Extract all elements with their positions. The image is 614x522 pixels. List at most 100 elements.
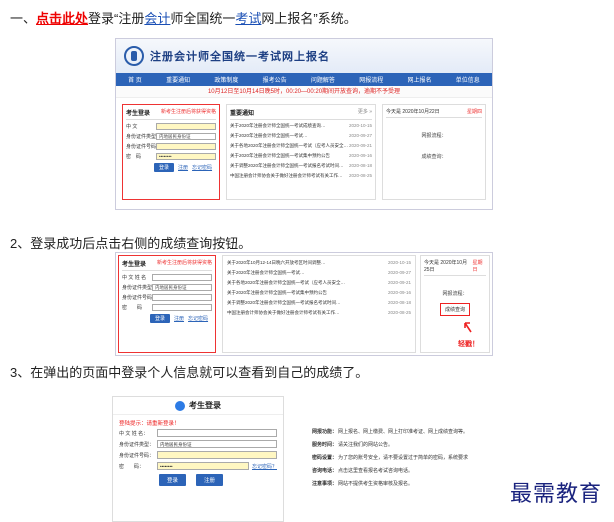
info-value: 请关注我们的网站公告。: [338, 442, 394, 448]
news-item[interactable]: 关于2020年注册会计师全国统一考试… 2020-09-27: [230, 133, 372, 139]
news-item[interactable]: 关于2020年注册会计师全国统一考试集中预约公告 2020-09-16: [230, 153, 372, 159]
nav-item[interactable]: 首 页: [128, 75, 142, 84]
news-item[interactable]: 关于各地2020年注册会计师全国统一考试（应考人员安全… 2020-09-21: [230, 143, 372, 149]
info-key: 注意事项：: [312, 481, 338, 487]
news-item[interactable]: 中国注册会计师协会关于做好注册会计师考试有关工作… 2020-08-25: [230, 173, 372, 179]
login-button[interactable]: 登录: [159, 474, 187, 486]
news-date: 2020-09-27: [387, 270, 411, 275]
news-text: 关于2020年注册会计师全国统一考试…: [230, 133, 308, 138]
nav-item[interactable]: 报考公告: [263, 75, 287, 84]
name-input[interactable]: [152, 274, 212, 281]
news-date: 2020-08-18: [387, 300, 411, 305]
field-label: 密 码: [122, 305, 143, 311]
news-item[interactable]: 关于各地2020年注册会计师全国统一考试（应考人员安全… 2020-09-21: [227, 280, 411, 286]
info-key: 密码设置：: [312, 455, 338, 461]
news-item[interactable]: 关于2020年注册会计师全国统一考试成绩查询… 2020-10-15: [230, 123, 372, 129]
cicpa-logo-icon: [124, 46, 144, 66]
news-item[interactable]: 关于2020年注册会计师全国统一考试集中预约公告 2020-09-16: [227, 290, 411, 296]
field-label: 密 码: [126, 154, 142, 160]
info-key: 服务时间：: [312, 442, 338, 448]
nav-item[interactable]: 问题解答: [311, 75, 335, 84]
id-type-select[interactable]: 内地居民身份证: [152, 284, 212, 291]
news-date: 2020-09-21: [348, 143, 372, 148]
field-label: 身份证件类型：: [119, 441, 155, 448]
register-link[interactable]: 注册: [174, 315, 184, 322]
name-input[interactable]: [157, 429, 277, 437]
news-text: 关于2020年注册会计师全国统一考试…: [227, 270, 305, 275]
news-text: 关于2020年注册会计师全国统一考试集中预约公告: [230, 153, 331, 158]
news-item[interactable]: 中国注册会计师协会关于做好注册会计师考试有关工作… 2020-08-25: [227, 310, 411, 316]
news-item[interactable]: 关于调整2020年注册会计师全国统一考试报名考试时间… 2020-08-18: [230, 163, 372, 169]
today-date: 今天是 2020年10月25日: [424, 260, 468, 273]
forgot-password-link[interactable]: 忘记密码: [192, 164, 212, 171]
red-arrow-icon: [464, 322, 472, 333]
accounting-link[interactable]: 会计: [144, 11, 170, 26]
info-key: 咨询电话：: [312, 468, 338, 474]
notice-banner: 10月12日至10月14日晚5时，00:20—00:20期间开放查询，逾期不予受…: [116, 86, 492, 98]
score-query-button[interactable]: 成绩查询: [440, 303, 470, 316]
side-score-label[interactable]: 成绩查询：: [386, 153, 482, 160]
exam-link[interactable]: 考试: [235, 11, 261, 26]
news-date: 2020-10-15: [348, 123, 372, 128]
news-more-link[interactable]: 更多 »: [358, 108, 372, 117]
news-date: 2020-10-15: [387, 260, 411, 265]
password-input[interactable]: ••••••••: [156, 153, 216, 160]
step1-mid: 登录“注册: [88, 11, 145, 26]
id-type-select[interactable]: 内地居民身份证: [156, 133, 216, 140]
news-text: 关于调整2020年注册会计师全国统一考试报名考试时间…: [227, 300, 341, 305]
login-note: 新考生注册后将获得资格: [156, 260, 212, 266]
side-process-label[interactable]: 网报流程：: [386, 132, 482, 139]
news-item[interactable]: 关于调整2020年注册会计师全国统一考试报名考试时间… 2020-08-18: [227, 300, 411, 306]
password-input[interactable]: ••••••••: [157, 462, 249, 470]
news-text: 中国注册会计师协会关于做好注册会计师考试有关工作…: [230, 173, 343, 178]
id-number-input[interactable]: [152, 294, 212, 301]
click-here-link[interactable]: 点击此处: [36, 11, 88, 26]
login-button[interactable]: 登录: [154, 163, 175, 172]
side-panel: 今天是 2020年10月22日 星期四 网报流程： 成绩查询：: [382, 104, 486, 200]
field-label: 身份证件号码: [126, 144, 157, 150]
name-input[interactable]: [156, 123, 216, 130]
field-label: 中 文 姓 名: [122, 275, 147, 281]
main-nav: 首 页 重要通知 政策制度 报考公告 问题解答 网报流程 网上报名 单位信息: [116, 73, 492, 86]
news-text: 中国注册会计师协会关于做好注册会计师考试有关工作…: [227, 310, 340, 315]
field-label: 中 文 姓 名：: [119, 430, 149, 437]
info-value: 网站不提供考生资格审核及报名。: [338, 481, 414, 487]
news-date: 2020-09-27: [348, 133, 372, 138]
news-item[interactable]: 关于2020年10月12-14日晚六开放考区时间调整… 2020-10-15: [227, 260, 411, 266]
field-label: 身份证件类型: [126, 134, 157, 140]
step-2-text: 2、登录成功后点击右侧的成绩查询按钮。: [10, 236, 252, 251]
login-button[interactable]: 登录: [150, 314, 171, 323]
login-title: 考生登录: [126, 111, 151, 117]
info-key: 网报功能：: [312, 429, 338, 435]
field-label: 身份证件号码: [122, 295, 153, 301]
nav-item[interactable]: 网上报名: [407, 75, 431, 84]
info-value[interactable]: 点击这里查看报名考试咨询电话。: [338, 467, 502, 474]
nav-item[interactable]: 单位信息: [456, 75, 480, 84]
step1-mid2: 师全国统一: [170, 11, 236, 26]
nav-item[interactable]: 网报流程: [359, 75, 383, 84]
id-number-input[interactable]: [157, 451, 277, 459]
register-link[interactable]: 注册: [178, 164, 188, 171]
step-3-text: 3、在弹出的页面中登录个人信息就可以查看到自己的成绩了。: [10, 365, 369, 380]
side-process-label[interactable]: 网报流程：: [424, 290, 486, 297]
score-login-title: 考生登录: [189, 401, 221, 410]
nav-item[interactable]: 重要通知: [166, 75, 190, 84]
screenshot-score-login: 考生登录 登陆提示：请重新登录！ 中 文 姓 名： 身份证件类型： 内地居民身份证…: [112, 396, 284, 522]
nav-item[interactable]: 政策制度: [214, 75, 238, 84]
user-icon: [175, 400, 185, 411]
id-type-select[interactable]: 内地居民身份证: [157, 440, 277, 448]
news-date: 2020-08-25: [387, 310, 411, 315]
weekday: 星期四: [466, 109, 482, 115]
forgot-password-link[interactable]: 忘记密码？: [252, 463, 277, 470]
id-number-input[interactable]: [156, 143, 216, 150]
news-panel: 关于2020年10月12-14日晚六开放考区时间调整… 2020-10-15 关于…: [222, 255, 416, 353]
forgot-password-link[interactable]: 忘记密码: [188, 315, 208, 322]
step-1-text: 一、点击此处登录“注册会计师全国统一考试网上报名”系统。: [10, 8, 357, 27]
news-title: 重要通知: [230, 111, 255, 117]
password-input[interactable]: [152, 304, 212, 311]
news-item[interactable]: 关于2020年注册会计师全国统一考试… 2020-09-27: [227, 270, 411, 276]
watermark-text: 最需教育: [509, 482, 602, 507]
register-button[interactable]: 注册: [196, 474, 224, 486]
news-text: 关于2020年10月12-14日晚六开放考区时间调整…: [227, 260, 326, 265]
field-label: 密 码：: [119, 463, 145, 470]
